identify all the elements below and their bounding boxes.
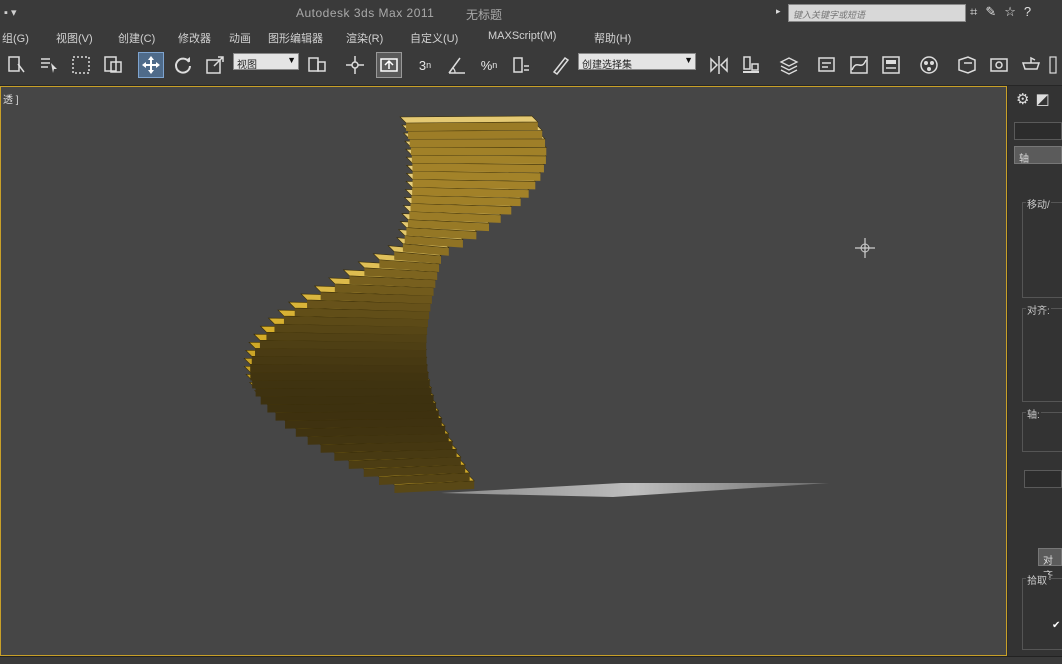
angle-snap-icon[interactable] bbox=[444, 52, 470, 78]
pick-group-label: 拾取 bbox=[1026, 572, 1048, 587]
schematic-view-icon[interactable] bbox=[878, 52, 904, 78]
snaps-toggle-icon[interactable]: 3n bbox=[412, 52, 438, 78]
binoculars-icon[interactable]: ⌗ bbox=[970, 4, 977, 20]
render-setup-icon[interactable] bbox=[954, 52, 980, 78]
menu-group[interactable]: 组(G) bbox=[2, 30, 29, 46]
move-icon[interactable] bbox=[138, 52, 164, 78]
reference-coordinate-value: 视图 bbox=[237, 60, 257, 71]
align-group bbox=[1022, 308, 1062, 402]
search-arrow-icon[interactable]: ▸ bbox=[776, 6, 781, 17]
question-icon[interactable]: ? bbox=[1024, 4, 1031, 20]
snap-number-label: 3 bbox=[418, 57, 427, 73]
rollout-divider bbox=[1024, 470, 1062, 488]
help-tools-icon[interactable]: ✎ bbox=[985, 4, 996, 20]
stair-riser bbox=[406, 121, 538, 131]
staircase-steps bbox=[243, 115, 548, 493]
curve-editor-icon[interactable] bbox=[846, 52, 872, 78]
perspective-viewport[interactable]: 透 ] bbox=[0, 86, 1007, 656]
align-to-world-button[interactable]: 对齐 bbox=[1038, 548, 1062, 582]
main-toolbar: 视图 ▼ 3n % n 创建选择集 ▼ bbox=[0, 46, 1062, 86]
stair-riser bbox=[412, 163, 544, 173]
axis-group-label: 轴: bbox=[1026, 406, 1041, 421]
infocenter-icons: ⌗ ✎ ☆ ? bbox=[970, 4, 1031, 20]
rect-selection-icon[interactable] bbox=[68, 52, 94, 78]
checkbox-checked[interactable]: ✔ bbox=[1052, 620, 1060, 631]
app-title: Autodesk 3ds Max 2011 bbox=[296, 6, 435, 20]
stair-riser bbox=[260, 395, 434, 405]
menu-graph-editors[interactable]: 图形编辑器 bbox=[268, 30, 323, 46]
stair-riser bbox=[408, 130, 543, 140]
menu-view[interactable]: 视图(V) bbox=[56, 30, 93, 46]
menu-maxscript[interactable]: MAXScript(M) bbox=[488, 30, 556, 42]
align-group-label: 对齐: bbox=[1026, 302, 1051, 317]
menu-animation[interactable]: 动画 bbox=[229, 30, 251, 46]
spiral-staircase-scene bbox=[243, 115, 875, 497]
move-group-label: 移动/ bbox=[1026, 196, 1051, 211]
percent-snap-icon[interactable]: % n bbox=[476, 52, 502, 78]
chevron-down-icon: ▼ bbox=[684, 55, 693, 65]
menu-create[interactable]: 创建(C) bbox=[118, 30, 155, 46]
stair-riser bbox=[410, 147, 547, 156]
spinner-snap-icon[interactable] bbox=[508, 52, 534, 78]
gear-icon[interactable]: ⚙ bbox=[1016, 90, 1029, 114]
pick-group bbox=[1022, 578, 1062, 650]
rotate-icon[interactable] bbox=[170, 52, 196, 78]
app-window: ▪ ▾ Autodesk 3ds Max 2011 无标题 ▸ 键入关键字或短语… bbox=[0, 0, 1062, 664]
material-editor-icon[interactable] bbox=[916, 52, 942, 78]
ground-plane bbox=[441, 483, 829, 497]
select-manipulate-icon[interactable] bbox=[342, 52, 368, 78]
star-icon[interactable]: ☆ bbox=[1004, 4, 1016, 20]
stair-riser bbox=[250, 364, 428, 373]
title-bar: ▪ ▾ Autodesk 3ds Max 2011 无标题 ▸ 键入关键字或短语… bbox=[0, 0, 1062, 26]
layer-manager-icon[interactable] bbox=[776, 52, 802, 78]
mirror-icon[interactable] bbox=[706, 52, 732, 78]
menu-modifiers[interactable]: 修改器 bbox=[178, 30, 211, 46]
viewport-label[interactable]: 透 ] bbox=[3, 91, 19, 106]
chevron-down-icon: ▼ bbox=[287, 55, 296, 65]
command-panel-tabs: ⚙ ◩ bbox=[1008, 90, 1062, 114]
object-name-field[interactable] bbox=[1014, 122, 1062, 140]
stair-riser bbox=[251, 356, 427, 366]
reference-coordinate-dropdown[interactable]: 视图 ▼ bbox=[233, 53, 299, 71]
stair-riser bbox=[250, 372, 429, 381]
pivot-button[interactable]: 轴 bbox=[1014, 146, 1062, 165]
rendered-frame-window-icon[interactable] bbox=[986, 52, 1012, 78]
quick-access-toolbar[interactable]: ▪ ▾ bbox=[4, 6, 16, 19]
toolbar-overflow-icon[interactable] bbox=[1046, 52, 1060, 78]
align-icon[interactable] bbox=[738, 52, 764, 78]
menu-rendering[interactable]: 渲染(R) bbox=[346, 30, 383, 46]
menu-customize[interactable]: 自定义(U) bbox=[410, 30, 458, 46]
stair-riser bbox=[409, 138, 546, 148]
stair-riser bbox=[252, 380, 430, 389]
stair-riser bbox=[255, 387, 432, 397]
status-strip bbox=[0, 656, 1062, 664]
window-crossing-icon[interactable] bbox=[100, 52, 126, 78]
viewport-cursor-crosshair bbox=[855, 238, 875, 258]
move-group bbox=[1022, 202, 1062, 298]
search-input[interactable]: 键入关键字或短语 bbox=[788, 4, 966, 22]
command-panel: ⚙ ◩ 轴 移动/ 对齐: 轴: 对齐 拾取 ✔ bbox=[1008, 86, 1062, 656]
hierarchy-tab-icon[interactable]: ◩ bbox=[1035, 90, 1049, 114]
pivot-center-icon[interactable] bbox=[304, 52, 330, 78]
file-name: 无标题 bbox=[466, 8, 503, 22]
stair-step bbox=[399, 115, 539, 124]
menu-bar: 组(G) 视图(V) 创建(C) 修改器 动画 图形编辑器 渲染(R) 自定义(… bbox=[0, 26, 1062, 46]
select-by-name-icon[interactable] bbox=[36, 52, 62, 78]
percent-snap-label: % bbox=[480, 57, 493, 73]
render-production-icon[interactable] bbox=[1018, 52, 1044, 78]
stair-riser bbox=[411, 155, 546, 164]
edit-named-selection-icon[interactable] bbox=[548, 52, 574, 78]
menu-help[interactable]: 帮助(H) bbox=[594, 30, 631, 46]
keyboard-shortcut-override-icon[interactable] bbox=[376, 52, 402, 78]
select-and-link-icon[interactable] bbox=[4, 52, 30, 78]
scale-icon[interactable] bbox=[202, 52, 228, 78]
pivot-button-label: 轴 bbox=[1019, 154, 1029, 165]
named-selection-dropdown[interactable]: 创建选择集 ▼ bbox=[578, 53, 696, 71]
named-selection-value: 创建选择集 bbox=[582, 60, 632, 71]
graphite-ribbon-icon[interactable] bbox=[814, 52, 840, 78]
